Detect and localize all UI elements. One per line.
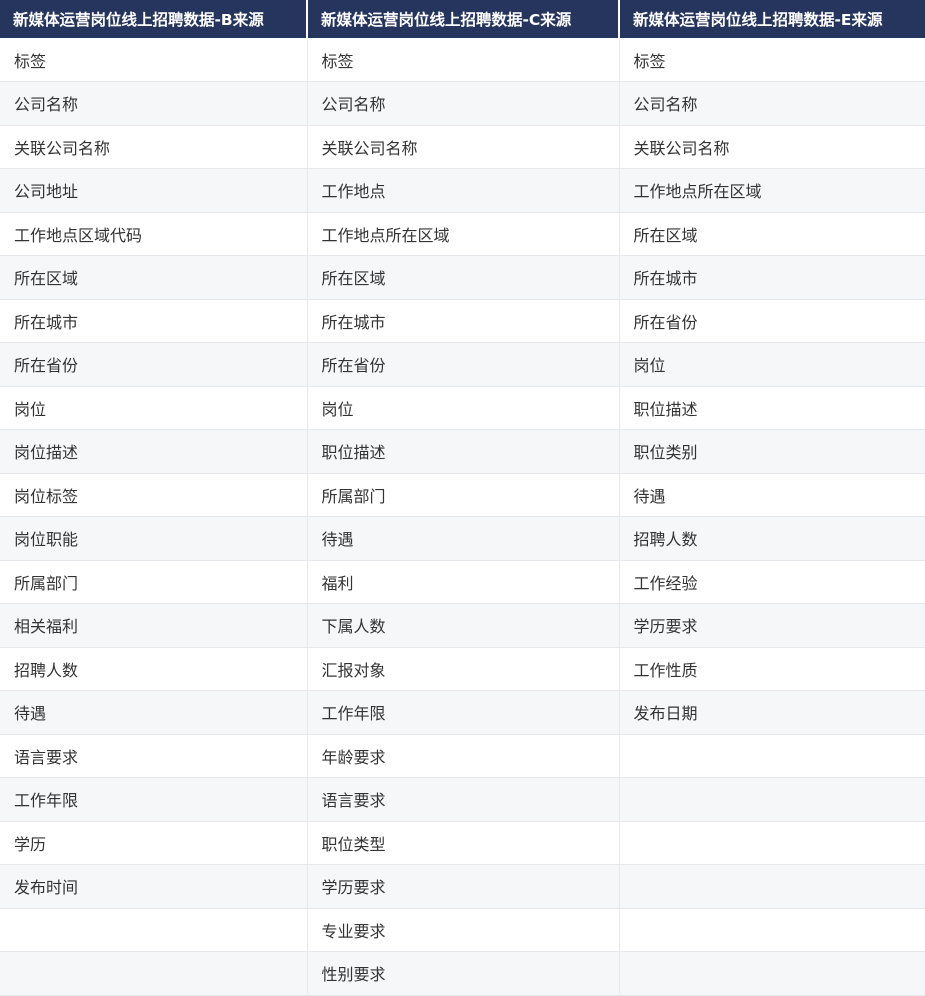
- c-source-field: 岗位: [307, 386, 620, 430]
- c-source-field: 公司名称: [307, 81, 620, 126]
- table-row: 性别要求: [0, 951, 925, 996]
- e-source-field: 标签: [619, 38, 925, 82]
- field-comparison-table: 新媒体运营岗位线上招聘数据-B来源 新媒体运营岗位线上招聘数据-C来源 新媒体运…: [0, 0, 925, 996]
- e-source-field: [619, 821, 925, 865]
- c-source-field: 下属人数: [307, 603, 620, 648]
- e-source-field: 所在区域: [619, 212, 925, 256]
- b-source-field: 标签: [0, 38, 308, 82]
- b-source-field: 工作地点区域代码: [0, 212, 308, 256]
- column-header-e-source: 新媒体运营岗位线上招聘数据-E来源: [619, 0, 925, 38]
- b-source-field: [0, 951, 308, 996]
- column-header-c-source: 新媒体运营岗位线上招聘数据-C来源: [307, 0, 620, 38]
- c-source-field: 所属部门: [307, 473, 620, 517]
- b-source-field: 关联公司名称: [0, 125, 308, 169]
- b-source-field: 相关福利: [0, 603, 308, 648]
- c-source-field: 所在省份: [307, 342, 620, 387]
- c-source-field: 职位类型: [307, 821, 620, 865]
- c-source-field: 福利: [307, 560, 620, 604]
- table-row: 岗位职能 待遇 招聘人数: [0, 516, 925, 561]
- header-row: 新媒体运营岗位线上招聘数据-B来源 新媒体运营岗位线上招聘数据-C来源 新媒体运…: [0, 0, 925, 38]
- table-row: 语言要求 年龄要求: [0, 734, 925, 778]
- c-source-field: 学历要求: [307, 864, 620, 909]
- table-row: 关联公司名称 关联公司名称 关联公司名称: [0, 125, 925, 169]
- c-source-field: 工作年限: [307, 690, 620, 735]
- c-source-field: 语言要求: [307, 777, 620, 822]
- e-source-field: 工作地点所在区域: [619, 168, 925, 213]
- e-source-field: 岗位: [619, 342, 925, 387]
- e-source-field: 招聘人数: [619, 516, 925, 561]
- table-row: 工作地点区域代码 工作地点所在区域 所在区域: [0, 212, 925, 256]
- c-source-field: 年龄要求: [307, 734, 620, 778]
- c-source-field: 汇报对象: [307, 647, 620, 691]
- c-source-field: 性别要求: [307, 951, 620, 996]
- table-header: 新媒体运营岗位线上招聘数据-B来源 新媒体运营岗位线上招聘数据-C来源 新媒体运…: [0, 0, 925, 38]
- e-source-field: [619, 908, 925, 952]
- table-row: 待遇 工作年限 发布日期: [0, 690, 925, 735]
- e-source-field: [619, 777, 925, 822]
- e-source-field: 待遇: [619, 473, 925, 517]
- e-source-field: 所在城市: [619, 255, 925, 300]
- e-source-field: 工作性质: [619, 647, 925, 691]
- e-source-field: 工作经验: [619, 560, 925, 604]
- table-row: 公司地址 工作地点 工作地点所在区域: [0, 168, 925, 213]
- e-source-field: 发布日期: [619, 690, 925, 735]
- b-source-field: 语言要求: [0, 734, 308, 778]
- c-source-field: 工作地点所在区域: [307, 212, 620, 256]
- b-source-field: 所属部门: [0, 560, 308, 604]
- e-source-field: 关联公司名称: [619, 125, 925, 169]
- b-source-field: 公司地址: [0, 168, 308, 213]
- b-source-field: 岗位标签: [0, 473, 308, 517]
- e-source-field: 公司名称: [619, 81, 925, 126]
- c-source-field: 所在城市: [307, 299, 620, 343]
- table-row: 相关福利 下属人数 学历要求: [0, 603, 925, 648]
- column-header-b-source: 新媒体运营岗位线上招聘数据-B来源: [0, 0, 308, 38]
- table-row: 岗位描述 职位描述 职位类别: [0, 429, 925, 474]
- b-source-field: 岗位职能: [0, 516, 308, 561]
- b-source-field: 所在区域: [0, 255, 308, 300]
- b-source-field: 所在城市: [0, 299, 308, 343]
- b-source-field: 发布时间: [0, 864, 308, 909]
- b-source-field: 工作年限: [0, 777, 308, 822]
- b-source-field: 待遇: [0, 690, 308, 735]
- table-row: 岗位标签 所属部门 待遇: [0, 473, 925, 517]
- c-source-field: 职位描述: [307, 429, 620, 474]
- b-source-field: 所在省份: [0, 342, 308, 387]
- table-row: 发布时间 学历要求: [0, 864, 925, 909]
- e-source-field: 职位类别: [619, 429, 925, 474]
- e-source-field: 学历要求: [619, 603, 925, 648]
- table-row: 岗位 岗位 职位描述: [0, 386, 925, 430]
- c-source-field: 关联公司名称: [307, 125, 620, 169]
- table-row: 公司名称 公司名称 公司名称: [0, 81, 925, 126]
- c-source-field: 专业要求: [307, 908, 620, 952]
- b-source-field: 岗位: [0, 386, 308, 430]
- c-source-field: 所在区域: [307, 255, 620, 300]
- b-source-field: 公司名称: [0, 81, 308, 126]
- c-source-field: 工作地点: [307, 168, 620, 213]
- table-row: 工作年限 语言要求: [0, 777, 925, 822]
- e-source-field: [619, 951, 925, 996]
- table-row: 所在城市 所在城市 所在省份: [0, 299, 925, 343]
- b-source-field: 岗位描述: [0, 429, 308, 474]
- c-source-field: 待遇: [307, 516, 620, 561]
- table-row: 标签 标签 标签: [0, 38, 925, 82]
- b-source-field: 招聘人数: [0, 647, 308, 691]
- c-source-field: 标签: [307, 38, 620, 82]
- table-body: 标签 标签 标签 公司名称 公司名称 公司名称 关联公司名称 关联公司名称 关联公司名称 公司地址…: [0, 38, 925, 996]
- table-row: 学历 职位类型: [0, 821, 925, 865]
- table-row: 所在区域 所在区域 所在城市: [0, 255, 925, 300]
- e-source-field: [619, 734, 925, 778]
- table-row: 专业要求: [0, 908, 925, 952]
- b-source-field: [0, 908, 308, 952]
- table-row: 所在省份 所在省份 岗位: [0, 342, 925, 387]
- e-source-field: [619, 864, 925, 909]
- b-source-field: 学历: [0, 821, 308, 865]
- table-row: 招聘人数 汇报对象 工作性质: [0, 647, 925, 691]
- e-source-field: 所在省份: [619, 299, 925, 343]
- table-row: 所属部门 福利 工作经验: [0, 560, 925, 604]
- e-source-field: 职位描述: [619, 386, 925, 430]
